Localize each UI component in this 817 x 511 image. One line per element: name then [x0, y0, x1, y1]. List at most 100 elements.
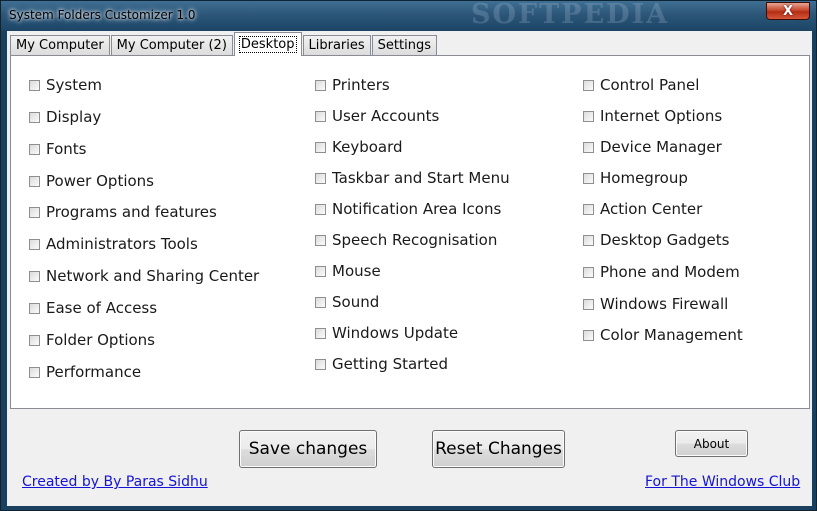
close-icon: X — [782, 3, 794, 19]
option-performance[interactable]: Performance — [29, 363, 141, 381]
app-window: System Folders Customizer 1.0 SOFTPEDIA … — [0, 0, 817, 511]
checkbox[interactable] — [315, 79, 326, 91]
option-label: Color Management — [600, 326, 743, 344]
checkbox[interactable] — [583, 266, 594, 278]
tab-libraries[interactable]: Libraries — [302, 35, 371, 55]
checkbox[interactable] — [315, 296, 326, 308]
option-label: Folder Options — [46, 331, 155, 349]
option-internet-options[interactable]: Internet Options — [583, 107, 722, 125]
window-title: System Folders Customizer 1.0 — [9, 8, 196, 22]
option-label: Fonts — [46, 140, 87, 158]
checkbox[interactable] — [315, 203, 326, 215]
option-label: Mouse — [332, 262, 381, 280]
option-control-panel[interactable]: Control Panel — [583, 76, 699, 94]
option-programs-and-features[interactable]: Programs and features — [29, 203, 217, 221]
checkbox[interactable] — [29, 111, 40, 123]
button-label: Reset Changes — [435, 439, 562, 459]
option-color-management[interactable]: Color Management — [583, 326, 743, 344]
option-notification-area-icons[interactable]: Notification Area Icons — [315, 200, 501, 218]
option-administrators-tools[interactable]: Administrators Tools — [29, 235, 198, 253]
option-label: Device Manager — [600, 138, 722, 156]
option-desktop-gadgets[interactable]: Desktop Gadgets — [583, 231, 729, 249]
windows-club-link[interactable]: For The Windows Club — [645, 474, 800, 490]
tab-label: Desktop — [238, 36, 297, 53]
option-folder-options[interactable]: Folder Options — [29, 331, 155, 349]
option-fonts[interactable]: Fonts — [29, 140, 86, 158]
option-label: Keyboard — [332, 138, 403, 156]
checkbox[interactable] — [315, 172, 326, 184]
checkbox[interactable] — [315, 265, 326, 277]
about-button[interactable]: About — [675, 430, 748, 457]
checkbox[interactable] — [29, 175, 40, 187]
option-label: Taskbar and Start Menu — [332, 169, 510, 187]
desktop-tab-panel: System Display Fonts Power Options Progr… — [10, 55, 810, 409]
close-button[interactable]: X — [766, 2, 810, 20]
option-display[interactable]: Display — [29, 108, 101, 126]
checkbox[interactable] — [315, 234, 326, 246]
option-user-accounts[interactable]: User Accounts — [315, 107, 439, 125]
option-homegroup[interactable]: Homegroup — [583, 169, 688, 187]
checkbox[interactable] — [583, 79, 594, 91]
tab-strip: My Computer My Computer (2) Desktop Libr… — [10, 32, 438, 56]
checkbox[interactable] — [29, 206, 40, 218]
checkbox[interactable] — [315, 141, 326, 153]
option-keyboard[interactable]: Keyboard — [315, 138, 403, 156]
option-printers[interactable]: Printers — [315, 76, 390, 94]
option-windows-update[interactable]: Windows Update — [315, 324, 458, 342]
tab-settings[interactable]: Settings — [371, 35, 437, 55]
option-label: Windows Update — [332, 324, 459, 342]
checkbox[interactable] — [29, 334, 40, 346]
option-action-center[interactable]: Action Center — [583, 200, 702, 218]
option-label: Power Options — [46, 172, 154, 190]
checkbox[interactable] — [583, 329, 594, 341]
checkbox[interactable] — [583, 203, 594, 215]
checkbox[interactable] — [29, 270, 40, 282]
option-taskbar-and-start-menu[interactable]: Taskbar and Start Menu — [315, 169, 510, 187]
button-label: About — [693, 436, 730, 451]
option-device-manager[interactable]: Device Manager — [583, 138, 722, 156]
option-label: Network and Sharing Center — [46, 267, 260, 285]
checkbox[interactable] — [29, 143, 40, 155]
checkbox[interactable] — [315, 327, 326, 339]
title-bar[interactable]: System Folders Customizer 1.0 SOFTPEDIA … — [1, 1, 816, 31]
option-ease-of-access[interactable]: Ease of Access — [29, 299, 157, 317]
option-label: Internet Options — [600, 107, 723, 125]
tab-desktop[interactable]: Desktop — [233, 32, 302, 56]
tab-my-computer-2[interactable]: My Computer (2) — [110, 35, 233, 55]
option-system[interactable]: System — [29, 76, 102, 94]
checkbox[interactable] — [315, 110, 326, 122]
checkbox[interactable] — [583, 298, 594, 310]
option-mouse[interactable]: Mouse — [315, 262, 381, 280]
checkbox[interactable] — [583, 110, 594, 122]
option-phone-and-modem[interactable]: Phone and Modem — [583, 263, 740, 281]
checkbox[interactable] — [583, 172, 594, 184]
option-windows-firewall[interactable]: Windows Firewall — [583, 295, 728, 313]
option-label: Printers — [332, 76, 390, 94]
client-area: My Computer My Computer (2) Desktop Libr… — [7, 31, 812, 506]
checkbox[interactable] — [29, 238, 40, 250]
option-power-options[interactable]: Power Options — [29, 172, 154, 190]
option-label: Performance — [46, 363, 142, 381]
option-label: Notification Area Icons — [332, 200, 502, 218]
option-label: Administrators Tools — [46, 235, 198, 253]
option-label: Action Center — [600, 200, 703, 218]
option-label: Ease of Access — [46, 299, 158, 317]
checkbox[interactable] — [583, 234, 594, 246]
credit-link[interactable]: Created by By Paras Sidhu — [22, 474, 208, 490]
checkbox[interactable] — [29, 302, 40, 314]
reset-changes-button[interactable]: Reset Changes — [432, 430, 565, 468]
tab-my-computer[interactable]: My Computer — [10, 35, 110, 55]
option-speech-recognisation[interactable]: Speech Recognisation — [315, 231, 497, 249]
checkbox[interactable] — [29, 79, 40, 91]
option-getting-started[interactable]: Getting Started — [315, 355, 448, 373]
checkbox[interactable] — [29, 366, 40, 378]
option-sound[interactable]: Sound — [315, 293, 379, 311]
checkbox[interactable] — [583, 141, 594, 153]
checkbox[interactable] — [315, 358, 326, 370]
tab-label: Settings — [377, 38, 431, 53]
option-label: Desktop Gadgets — [600, 231, 730, 249]
save-changes-button[interactable]: Save changes — [239, 430, 377, 468]
option-network-and-sharing-center[interactable]: Network and Sharing Center — [29, 267, 259, 285]
option-label: Sound — [332, 293, 380, 311]
watermark: SOFTPEDIA — [471, 0, 670, 30]
